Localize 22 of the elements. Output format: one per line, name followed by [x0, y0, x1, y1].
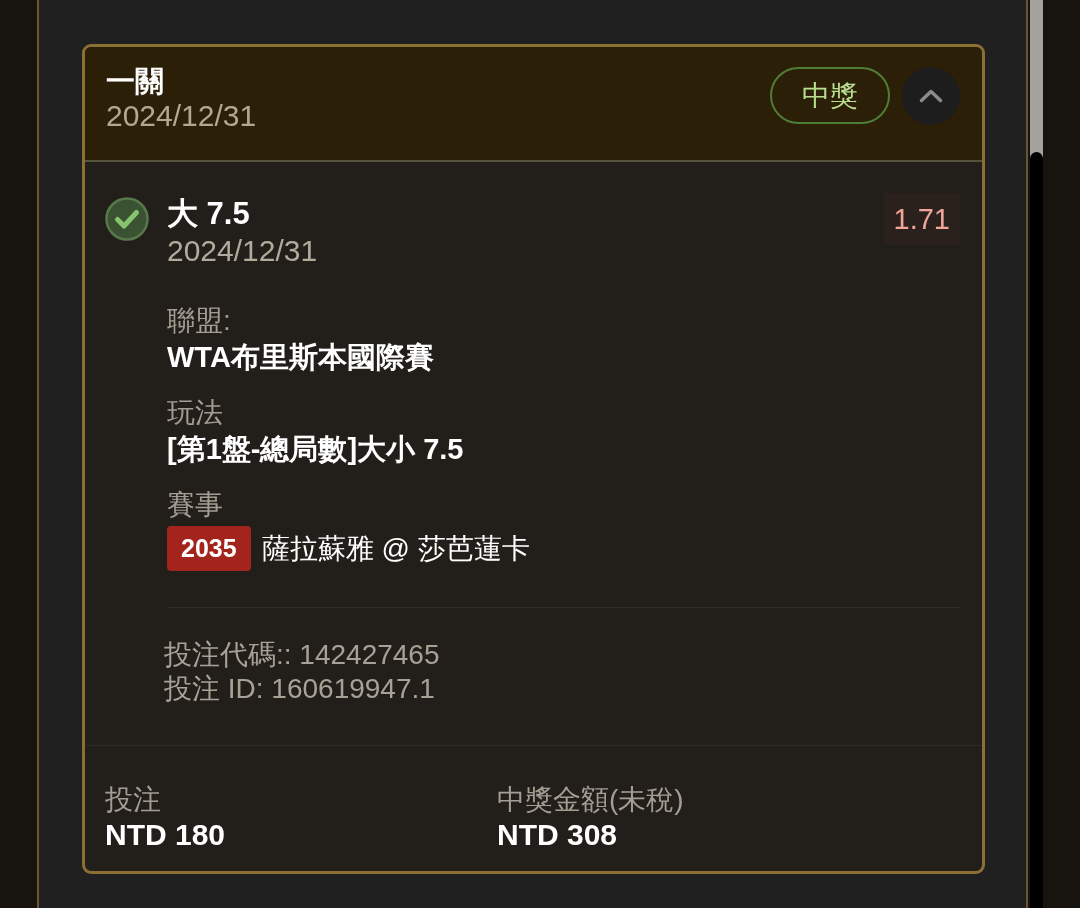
- scrollbar-track[interactable]: [1030, 0, 1043, 908]
- event-name: 薩拉蘇雅 @ 莎芭蓮卡: [261, 532, 530, 566]
- bet-reference: 投注 ID: 160619947.1: [164, 672, 435, 706]
- total-label: 中獎金額(未稅): [497, 783, 684, 817]
- status-badge: 中獎: [770, 67, 890, 124]
- detail-label: 玩法: [167, 396, 223, 430]
- selection-name: 大 7.5: [167, 195, 250, 233]
- chevron-up-icon: [919, 89, 943, 103]
- bet-type-title: 一關: [106, 64, 164, 99]
- selection-date: 2024/12/31: [167, 234, 318, 268]
- bet-date: 2024/12/31: [106, 99, 257, 133]
- bet-reference: 投注代碼:: 142427465: [164, 638, 440, 672]
- detail-label: 賽事: [167, 488, 223, 522]
- detail-value: WTA布里斯本國際賽: [167, 340, 434, 375]
- total-label: 投注: [105, 783, 161, 817]
- detail-label: 聯盟:: [167, 304, 231, 338]
- scrollbar-thumb[interactable]: [1030, 152, 1043, 908]
- event-number-tag: 2035: [167, 526, 251, 571]
- odds-value: 1.71: [883, 193, 960, 245]
- total-value: NTD 308: [497, 817, 618, 853]
- detail-value: [第1盤-總局數]大小 7.5: [167, 432, 464, 467]
- total-value: NTD 180: [105, 817, 226, 853]
